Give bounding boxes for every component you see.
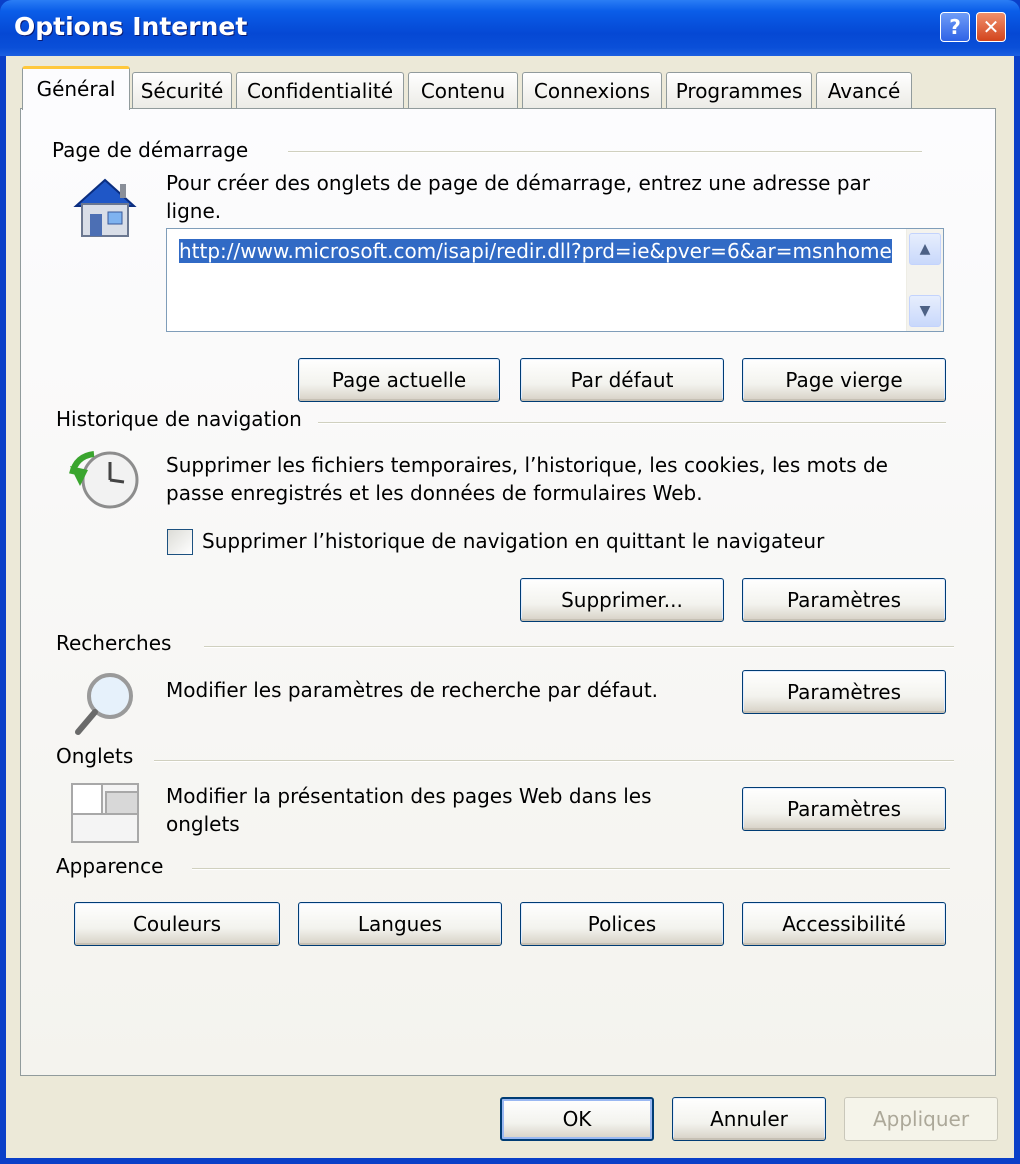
apply-button[interactable]: Appliquer	[844, 1097, 998, 1141]
tabs-description: Modifier la présentation des pages Web d…	[166, 784, 652, 836]
history-settings-button[interactable]: Paramètres	[742, 578, 946, 622]
colors-button[interactable]: Couleurs	[74, 902, 280, 946]
search-group-divider	[204, 646, 954, 648]
delete-history-button[interactable]: Supprimer...	[520, 578, 724, 622]
scroll-up-arrow-icon[interactable]: ▲	[909, 233, 941, 265]
delete-history-on-exit-checkbox[interactable]	[167, 529, 193, 555]
accessibility-button[interactable]: Accessibilité	[742, 902, 946, 946]
ok-button[interactable]: OK	[500, 1097, 654, 1141]
home-page-url: http://www.microsoft.com/isapi/redir.dll…	[179, 239, 892, 263]
search-settings-button[interactable]: Paramètres	[742, 670, 946, 714]
history-group-label: Historique de navigation	[56, 407, 302, 431]
languages-button[interactable]: Langues	[298, 902, 502, 946]
magnifier-icon	[75, 673, 133, 735]
tabs-window-icon	[71, 783, 139, 843]
search-description: Modifier les paramètres de recherche par…	[166, 678, 659, 702]
cancel-button[interactable]: Annuler	[672, 1097, 826, 1141]
history-description: Supprimer les fichiers temporaires, l’hi…	[166, 453, 888, 505]
scroll-down-arrow-icon[interactable]: ▼	[909, 295, 941, 327]
house-icon	[73, 178, 137, 237]
default-page-button[interactable]: Par défaut	[520, 358, 724, 402]
tabs-settings-button[interactable]: Paramètres	[742, 787, 946, 831]
tabs-group-divider	[154, 760, 954, 762]
home-page-group-label: Page de démarrage	[52, 138, 249, 162]
delete-history-on-exit-label[interactable]: Supprimer l’historique de navigation en …	[202, 527, 824, 555]
tabs-group-label: Onglets	[56, 744, 134, 768]
home-page-group-divider	[288, 151, 922, 153]
home-page-description: Pour créer des onglets de page de démarr…	[166, 171, 870, 223]
blank-page-button[interactable]: Page vierge	[742, 358, 946, 402]
url-scrollbar[interactable]: ▲ ▼	[906, 229, 943, 331]
fonts-button[interactable]: Polices	[520, 902, 724, 946]
current-page-button[interactable]: Page actuelle	[298, 358, 500, 402]
appearance-group-label: Apparence	[56, 854, 164, 878]
home-page-urls-textarea[interactable]: http://www.microsoft.com/isapi/redir.dll…	[166, 228, 944, 332]
search-group-label: Recherches	[56, 631, 172, 655]
history-group-divider	[318, 422, 946, 424]
appearance-group-divider	[192, 868, 950, 870]
panel-content: Page de démarrage Pour créer des onglets…	[0, 0, 1020, 1164]
clock-history-icon	[69, 451, 139, 509]
